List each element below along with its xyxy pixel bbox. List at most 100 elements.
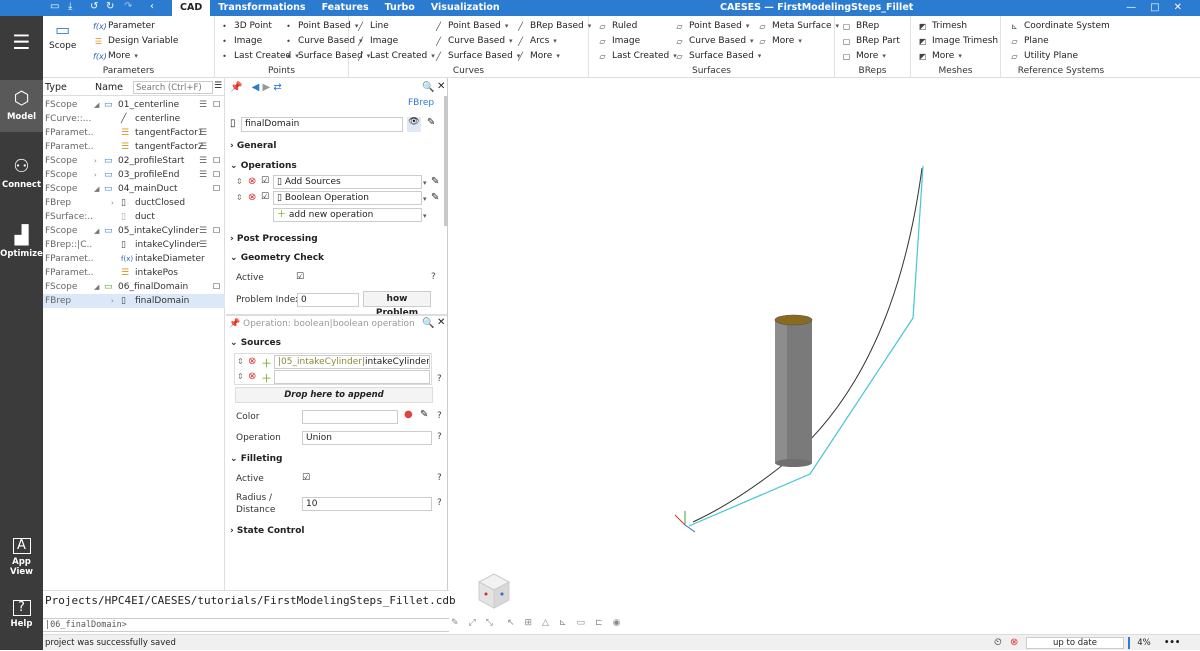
tab-cad[interactable]: CAD: [172, 0, 211, 16]
plane-button[interactable]: ▱ Plane: [1009, 36, 1048, 46]
surface-point-based-button[interactable]: ▱ Point Based ▾: [674, 21, 749, 31]
tree-row[interactable]: FSurface:... ▯ duct: [43, 210, 225, 224]
visibility-checkbox[interactable]: ☐: [213, 280, 220, 294]
tree-row[interactable]: FScope ◢ ▭ 06_finalDomain ☐: [43, 280, 225, 294]
scrollbar[interactable]: [444, 96, 448, 226]
more-icon[interactable]: •••: [1164, 635, 1180, 651]
3d-viewport[interactable]: ✎⤢⤡ ↖⊞△⊾▭⊏◉: [449, 78, 1200, 632]
fit-view-icon[interactable]: ⤢: [469, 618, 486, 628]
reorder-icon[interactable]: ⇕: [236, 193, 243, 202]
checkbox-checked[interactable]: ☑: [261, 176, 269, 186]
tree-row[interactable]: FScope ◢ ▭ 01_centerline ☰ ☐: [43, 98, 225, 112]
reorder-icon[interactable]: ⇕: [236, 177, 243, 186]
active-checkbox[interactable]: ☑: [296, 272, 304, 282]
screen-icon[interactable]: ▭: [577, 618, 596, 628]
curves-more-button[interactable]: ╱ More ▾: [515, 51, 560, 61]
curve-point-based-button[interactable]: ╱ Point Based ▾: [433, 21, 508, 31]
settings-slider-icon[interactable]: ☰: [199, 224, 207, 238]
parameters-more-button[interactable]: f(x) More ▾: [93, 51, 138, 61]
tab-transformations[interactable]: Transformations: [210, 0, 313, 16]
open-folder-icon[interactable]: ▭: [50, 1, 59, 12]
eye-icon[interactable]: 👁: [407, 117, 421, 132]
meshes-more-button[interactable]: ◩ More ▾: [917, 51, 962, 61]
remove-icon[interactable]: ⊗: [248, 356, 256, 367]
operation-field[interactable]: ▯ Boolean Operation: [273, 191, 422, 205]
chevron-down-icon[interactable]: ▾: [423, 212, 427, 220]
surfaces-more-button[interactable]: ▱ More ▾: [757, 36, 801, 46]
tab-features[interactable]: Features: [314, 0, 377, 16]
tree-row[interactable]: FBrep › ▯ finalDomain: [43, 294, 225, 308]
reorder-icon[interactable]: ⇕: [237, 372, 244, 381]
visibility-checkbox[interactable]: ☐: [213, 98, 220, 112]
breps-more-button[interactable]: ▢ More ▾: [841, 51, 886, 61]
back-arrow-icon[interactable]: ◀: [252, 82, 260, 93]
fillet-active-checkbox[interactable]: ☑: [302, 473, 310, 483]
collapse-icon[interactable]: ◢: [94, 182, 99, 196]
tab-visualization[interactable]: Visualization: [423, 0, 508, 16]
coordinate-system-button[interactable]: ⊾ Coordinate System: [1009, 21, 1110, 31]
section-sources[interactable]: ⌄ Sources: [230, 338, 281, 348]
expand-icon[interactable]: ›: [94, 154, 97, 168]
operation-select[interactable]: Union: [302, 431, 432, 445]
sidebar-optimize[interactable]: ▟ Optimize: [0, 225, 43, 259]
design-variable-button[interactable]: ☰ Design Variable: [93, 36, 178, 46]
tree-row[interactable]: FCurve::... ╱ centerline: [43, 112, 225, 126]
window-controls[interactable]: —□✕: [1126, 0, 1196, 16]
settings-slider-icon[interactable]: ☰: [199, 238, 207, 252]
eye-icon[interactable]: ◉: [613, 618, 631, 628]
remove-icon[interactable]: ⊗: [248, 176, 256, 187]
checkbox-checked[interactable]: ☑: [261, 192, 269, 202]
surface-surface-based-button[interactable]: ▱ Surface Based ▾: [674, 51, 761, 61]
show-problem-button[interactable]: how Problem: [363, 291, 431, 318]
arcs-button[interactable]: ╱ Arcs ▾: [515, 36, 557, 46]
forward-arrow-icon[interactable]: ▶: [263, 82, 271, 93]
brep-button[interactable]: ▢ BRep: [841, 21, 880, 31]
history-icon[interactable]: ⏲: [994, 635, 1002, 651]
radius-field[interactable]: 10: [302, 497, 432, 511]
redo-icon[interactable]: ↻: [106, 1, 114, 12]
tree-row[interactable]: FParamet... ☰ intakePos: [43, 266, 225, 280]
scope-button[interactable]: ▭ Scope: [49, 20, 76, 51]
chevron-down-icon[interactable]: ▾: [423, 195, 427, 203]
image-trimesh-button[interactable]: ◩ Image Trimesh: [917, 36, 998, 46]
3d-point-button[interactable]: • 3D Point: [219, 21, 272, 31]
operation-field[interactable]: ▯ Add Sources: [273, 175, 422, 189]
collapse-icon[interactable]: ◢: [94, 280, 99, 294]
tree-search-input[interactable]: [133, 81, 213, 94]
meta-surface-button[interactable]: ▱ Meta Surface ▾: [757, 21, 839, 31]
remove-icon[interactable]: ⊗: [248, 192, 256, 203]
expand-icon[interactable]: ›: [94, 168, 97, 182]
search-icon[interactable]: 🔍: [422, 318, 434, 329]
section-geometry-check[interactable]: ⌄ Geometry Check: [230, 253, 324, 263]
undo-icon[interactable]: ↺: [90, 1, 98, 12]
line-button[interactable]: ╱ Line: [355, 21, 389, 31]
tab-turbo[interactable]: Turbo: [377, 0, 423, 16]
close-icon[interactable]: ✕: [437, 81, 445, 92]
section-general[interactable]: › General: [230, 141, 276, 151]
color-wheel-icon[interactable]: ●: [404, 409, 413, 420]
expand-icon[interactable]: ›: [111, 294, 114, 308]
tree-row[interactable]: FScope ◢ ▭ 05_intakeCylinder ☰ ☐: [43, 224, 225, 238]
section-state-control[interactable]: › State Control: [230, 526, 304, 536]
chevron-down-icon[interactable]: ▾: [423, 179, 427, 187]
section-operations[interactable]: ⌄ Operations: [230, 161, 297, 171]
utility-plane-button[interactable]: ▱ Utility Plane: [1009, 51, 1078, 61]
curve-curve-based-button[interactable]: ╱ Curve Based ▾: [433, 36, 512, 46]
column-type[interactable]: Type: [45, 82, 67, 93]
surface-last-created-button[interactable]: ▱ Last Created ▾: [597, 51, 676, 61]
pencil-icon[interactable]: ✎: [431, 192, 439, 203]
point-image-button[interactable]: • Image: [219, 36, 262, 46]
remove-icon[interactable]: ⊗: [248, 371, 256, 382]
sidebar-appview[interactable]: A App View: [0, 538, 43, 577]
curve-last-created-button[interactable]: ╱ Last Created ▾: [355, 51, 435, 61]
tree-row[interactable]: FBrep::|C... ▯ intakeCylinder ☰: [43, 238, 225, 252]
measure-icon[interactable]: ⤡: [486, 618, 503, 628]
settings-slider-icon[interactable]: ☰: [199, 98, 207, 112]
plus-icon[interactable]: ＋: [261, 370, 272, 386]
expand-icon[interactable]: ›: [111, 196, 114, 210]
visibility-checkbox[interactable]: ☐: [213, 182, 220, 196]
command-line[interactable]: |06_finalDomain>: [43, 618, 449, 632]
pin-icon[interactable]: 📌: [229, 319, 240, 329]
visibility-checkbox[interactable]: ☐: [213, 154, 220, 168]
visibility-checkbox[interactable]: ☐: [213, 224, 220, 238]
